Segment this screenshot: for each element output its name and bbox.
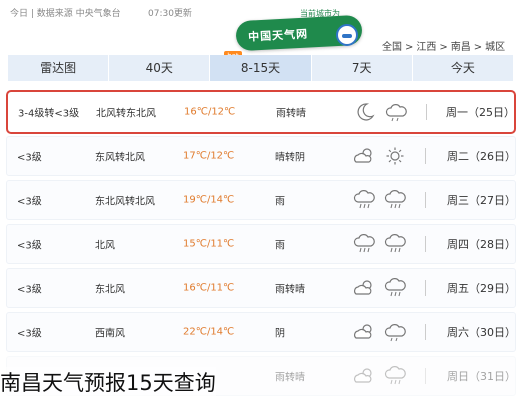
breadcrumb: 全国 > 江西 > 南昌 > 城区 [382, 38, 508, 53]
breadcrumb-item[interactable]: 江西 [416, 42, 436, 53]
cloud-sun-icon [352, 277, 376, 299]
wind-direction-text: 北风 [95, 240, 115, 252]
forecast-row[interactable]: <3级 东风转北风 17℃/12℃ 晴转阴 周二（26日） [6, 136, 516, 176]
sun-icon [383, 145, 407, 167]
divider [425, 324, 426, 340]
forecast-row[interactable]: <3级 西南风 22℃/14℃ 阴 周六（30日） [6, 312, 516, 352]
wind-direction-text: 北风转东北风 [96, 108, 156, 120]
divider [425, 368, 426, 384]
weather-text: 雨 [275, 196, 285, 208]
breadcrumb-item[interactable]: 全国 [382, 42, 402, 53]
cloud-sun-icon [352, 365, 376, 387]
weather-text: 雨 [275, 240, 285, 252]
temperature-text: 19℃/14℃ [183, 194, 235, 206]
day-label: 周二（26日） [447, 150, 516, 163]
tab-label: 今天 [450, 61, 475, 75]
temperature-text: 17℃/12℃ [183, 150, 235, 162]
rain-icon [352, 233, 376, 255]
forecast-row[interactable]: 3-4级转<3级 北风转东北风 16℃/12℃ 雨转晴 周一（25日） [6, 90, 516, 134]
caption-text: 南昌天气预报15天查询 [0, 367, 216, 397]
wind-level-text: <3级 [17, 240, 42, 252]
forecast-list: 3-4级转<3级 北风转东北风 16℃/12℃ 雨转晴 周一（25日） <3级 东风转北风 1… [6, 90, 516, 400]
wind-direction-text: 东北风 [95, 284, 125, 296]
day-label: 周四（28日） [447, 238, 516, 251]
tab-label: 雷达图 [40, 61, 77, 75]
breadcrumb-separator: > [473, 42, 483, 53]
breadcrumb-item[interactable]: 城区 [485, 42, 505, 53]
wind-direction-text: 东风转北风 [95, 152, 145, 164]
tab-label: 8-15天 [240, 61, 281, 75]
breadcrumb-item[interactable]: 南昌 [451, 42, 471, 53]
weather-text: 雨转晴 [275, 284, 305, 296]
forecast-row[interactable]: <3级 东北风转北风 19℃/14℃ 雨 周三（27日） [6, 180, 516, 220]
update-time: 07:30更新 [148, 9, 192, 19]
temperature-text: 16℃/11℃ [183, 282, 235, 294]
breadcrumb-separator: > [439, 42, 448, 53]
tab-4[interactable]: 雷达图 [8, 55, 110, 81]
rain-icon [383, 365, 407, 387]
wind-level-text: <3级 [17, 196, 42, 208]
divider [425, 192, 426, 208]
breadcrumb-separator: > [405, 42, 414, 53]
wind-level-text: <3级 [17, 284, 42, 296]
weather-text: 阴 [275, 328, 285, 340]
moon-icon [353, 101, 377, 123]
cloud-sun-icon [352, 321, 376, 343]
tab-label: 40天 [145, 61, 173, 75]
cloud-sun-icon [352, 145, 376, 167]
day-label: 周五（29日） [447, 282, 516, 295]
forecast-row[interactable]: <3级 东北风 16℃/11℃ 雨转晴 周五（29日） [6, 268, 516, 308]
weather-text: 雨转晴 [275, 372, 305, 384]
tab-2[interactable]: 8-15天 [210, 55, 312, 81]
day-label: 周三（27日） [447, 194, 516, 207]
day-label: 周一（25日） [446, 106, 515, 119]
forecast-tabs: 雷达图 40天hot8-15天 7天 今天 [8, 51, 515, 81]
rain-icon [383, 277, 407, 299]
data-source-text: 今日 | 数据来源 中央气象台 [10, 9, 121, 19]
divider [425, 280, 426, 296]
site-logo-text: 中国天气网 [247, 27, 309, 44]
tab-1[interactable]: 7天 [311, 55, 413, 81]
temperature-text: 16℃/12℃ [184, 106, 236, 118]
day-label: 周日（31日） [447, 370, 516, 383]
wind-level-text: 3-4级转<3级 [18, 108, 80, 120]
weather-text: 晴转阴 [275, 152, 305, 164]
wind-level-text: <3级 [17, 328, 42, 340]
rain-icon [352, 189, 376, 211]
divider [425, 236, 426, 252]
wind-direction-text: 东北风转北风 [95, 196, 155, 208]
weather-text: 雨转晴 [276, 108, 306, 120]
rain-icon [383, 233, 407, 255]
forecast-row[interactable]: <3级 北风 15℃/11℃ 雨 周四（28日） [6, 224, 516, 264]
tab-label: 7天 [351, 61, 372, 75]
wind-direction-text: 西南风 [95, 328, 125, 340]
divider [425, 148, 426, 164]
tab-3[interactable]: 40天hot [109, 51, 242, 81]
cloud-icon [383, 321, 407, 343]
rain-icon [383, 189, 407, 211]
wind-level-text: <3级 [17, 152, 42, 164]
divider [426, 104, 427, 120]
day-label: 周六（30日） [447, 326, 516, 339]
logo-badge-icon [336, 24, 358, 46]
tab-0[interactable]: 今天 [412, 55, 515, 81]
temperature-text: 15℃/11℃ [183, 238, 235, 250]
cloud-icon [384, 101, 408, 123]
temperature-text: 22℃/14℃ [183, 326, 235, 338]
